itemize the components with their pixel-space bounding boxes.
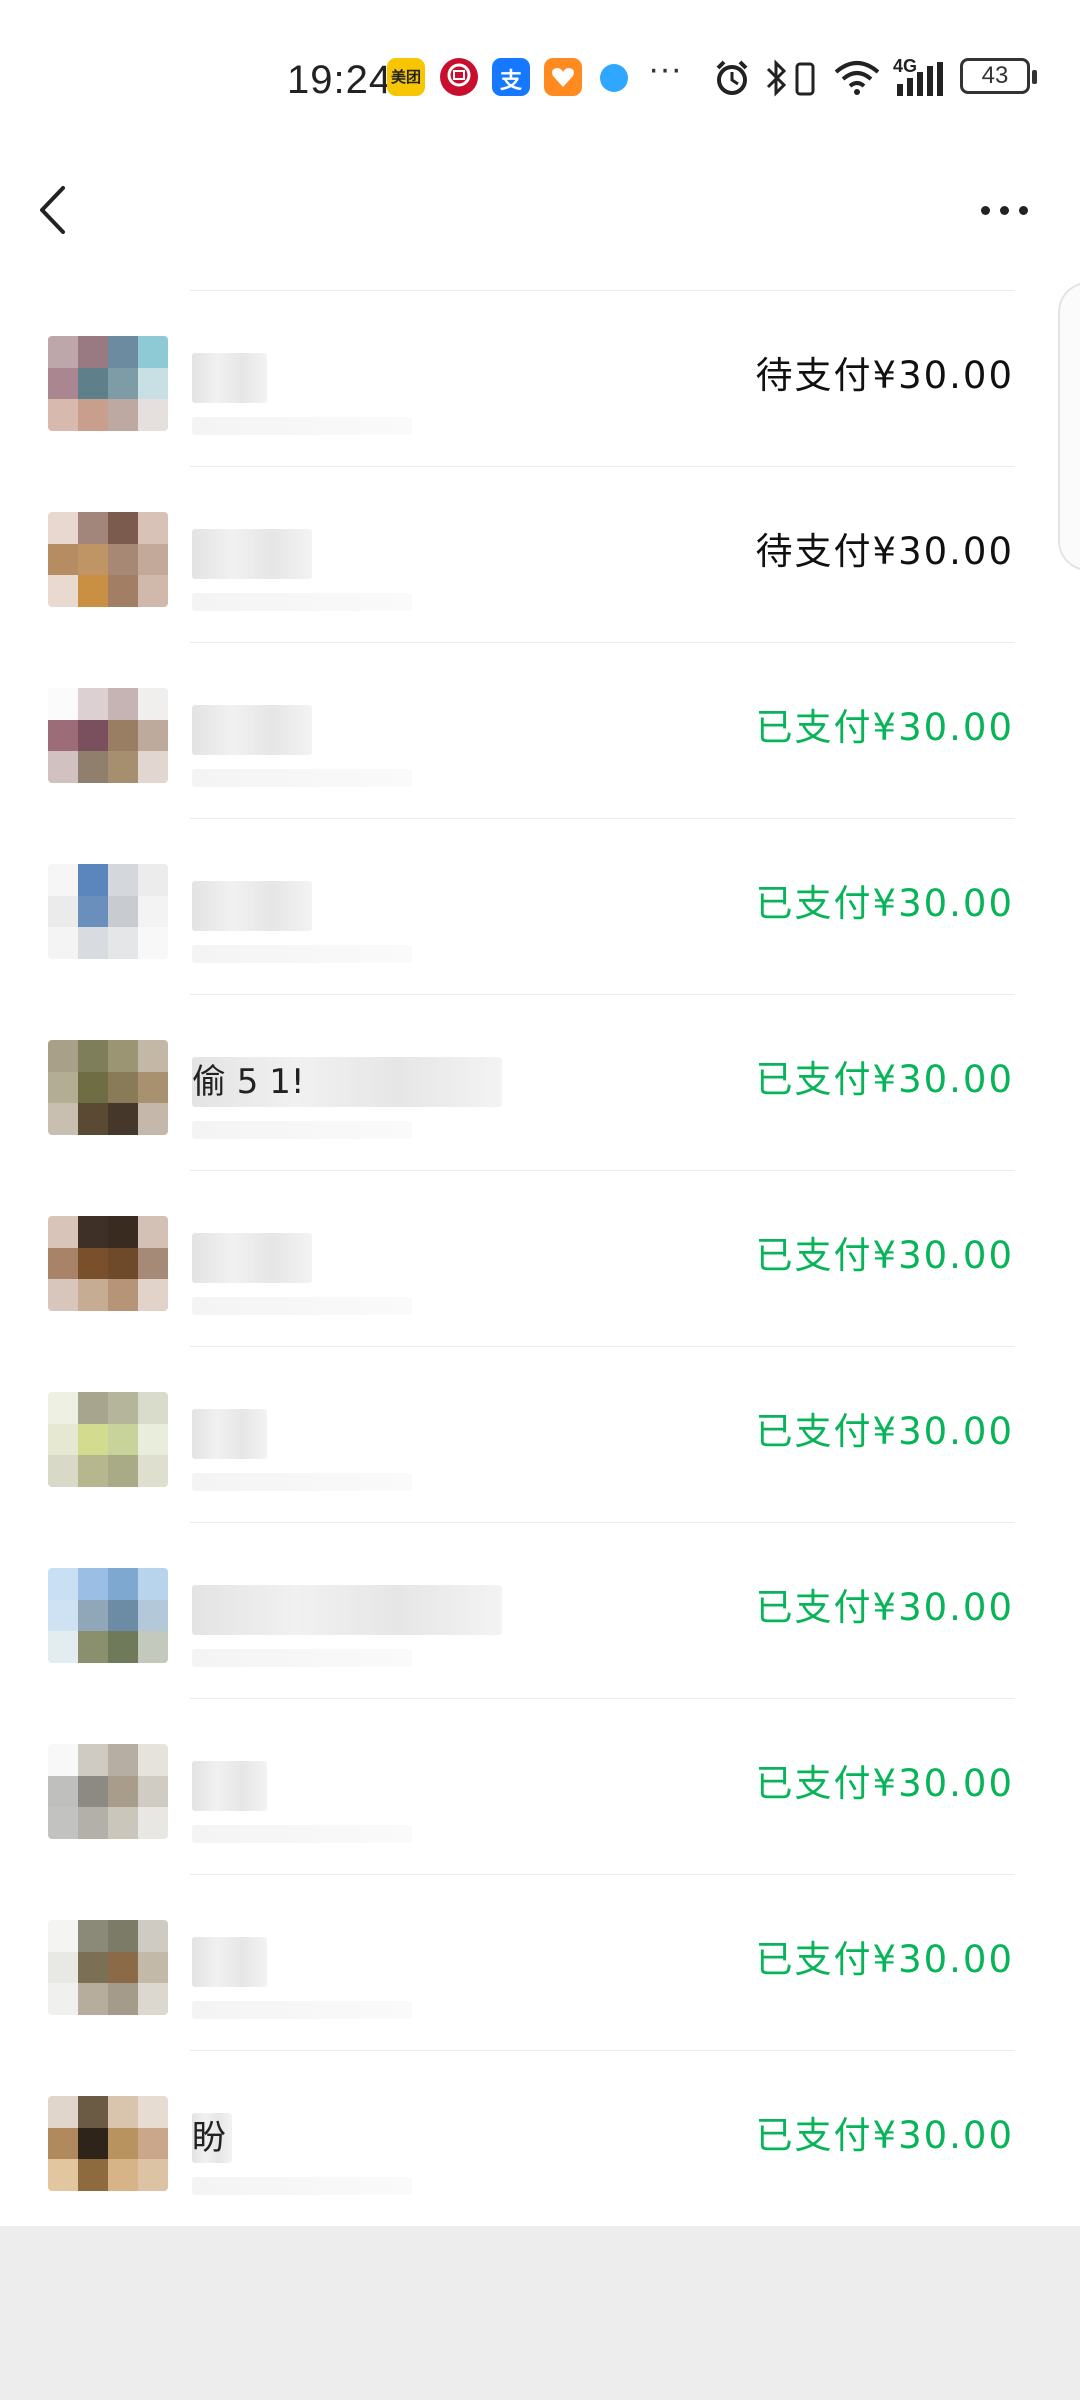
avatar [48,2096,168,2191]
paid-status: 已支付¥30.00 [755,2114,1014,2157]
customer-name: 偷 5 1! [192,1057,502,1107]
customer-name [192,529,312,579]
paid-status: 已支付¥30.00 [755,706,1014,749]
customer-name [192,1761,267,1811]
avatar [48,1216,168,1311]
bottom-bar-area [0,2226,1080,2400]
customer-name [192,1585,502,1635]
order-row[interactable]: 待支付¥30.00 [0,467,1080,643]
customer-name [192,1937,267,1987]
battery-indicator: 43 [960,58,1037,94]
customer-name [192,353,267,403]
signal-icon [897,62,943,96]
order-row[interactable]: 已支付¥30.00 [0,1347,1080,1523]
avatar [48,1568,168,1663]
pending-status: 待支付¥30.00 [755,530,1014,573]
pending-status: 待支付¥30.00 [755,354,1014,397]
order-detail-mosaic [192,1825,412,1843]
meituan-app-icon: 美团 [387,58,425,96]
name-mosaic [192,1761,267,1811]
order-detail-mosaic [192,769,412,787]
order-row[interactable]: 偷 5 1! 已支付¥30.00 [0,995,1080,1171]
avatar [48,336,168,431]
customer-name [192,1233,312,1283]
customer-name: 盼 [192,2113,232,2163]
name-mosaic [192,1409,267,1459]
order-row[interactable]: 已支付¥30.00 [0,819,1080,995]
order-row[interactable]: 已支付¥30.00 [0,1875,1080,2051]
name-mosaic [192,1233,312,1283]
vibrate-icon [795,62,815,96]
name-mosaic [192,881,312,931]
customer-name [192,881,312,931]
order-detail-mosaic [192,1473,412,1491]
name-mosaic [192,353,267,403]
order-detail-mosaic [192,1649,412,1667]
clock: 19:24 [287,58,393,102]
order-detail-mosaic [192,417,412,435]
order-row[interactable]: 已支付¥30.00 [0,1171,1080,1347]
avatar [48,688,168,783]
order-detail-mosaic [192,1121,412,1139]
bluetooth-icon [766,59,787,97]
order-row[interactable]: 已支付¥30.00 [0,1699,1080,1875]
more-notifications-icon: ··· [648,50,682,88]
status-bar: 19:24 美团 支 ··· 4G 43 [0,0,1080,160]
avatar [48,1040,168,1135]
alarm-icon [716,60,748,95]
paid-status: 已支付¥30.00 [755,1586,1014,1629]
customer-name [192,1409,267,1459]
order-row[interactable]: 已支付¥30.00 [0,643,1080,819]
more-dots-icon[interactable] [975,190,1035,230]
name-mosaic [192,529,312,579]
wifi-icon [834,61,880,95]
order-detail-mosaic [192,2177,412,2195]
title-bar [0,160,1080,270]
browser-app-icon [600,64,628,92]
paid-status: 已支付¥30.00 [755,1938,1014,1981]
bank-of-china-app-icon [440,58,478,96]
order-row[interactable]: 盼 已支付¥30.00 [0,2051,1080,2227]
order-detail-mosaic [192,593,412,611]
paid-status: 已支付¥30.00 [755,882,1014,925]
order-detail-mosaic [192,2001,412,2019]
name-mosaic [192,1585,502,1635]
paid-status: 已支付¥30.00 [755,1410,1014,1453]
order-row[interactable]: 待支付¥30.00 [0,291,1080,467]
name-mosaic [192,1937,267,1987]
avatar [48,864,168,959]
alipay-app-icon: 支 [492,58,530,96]
avatar [48,1920,168,2015]
chevron-left-icon[interactable] [30,170,90,250]
health-app-icon [544,58,582,96]
order-row[interactable]: 已支付¥30.00 [0,1523,1080,1699]
avatar [48,512,168,607]
customer-name [192,705,312,755]
paid-status: 已支付¥30.00 [755,1762,1014,1805]
order-detail-mosaic [192,1297,412,1315]
paid-status: 已支付¥30.00 [755,1058,1014,1101]
name-mosaic [192,705,312,755]
avatar [48,1744,168,1839]
avatar [48,1392,168,1487]
paid-status: 已支付¥30.00 [755,1234,1014,1277]
order-detail-mosaic [192,945,412,963]
